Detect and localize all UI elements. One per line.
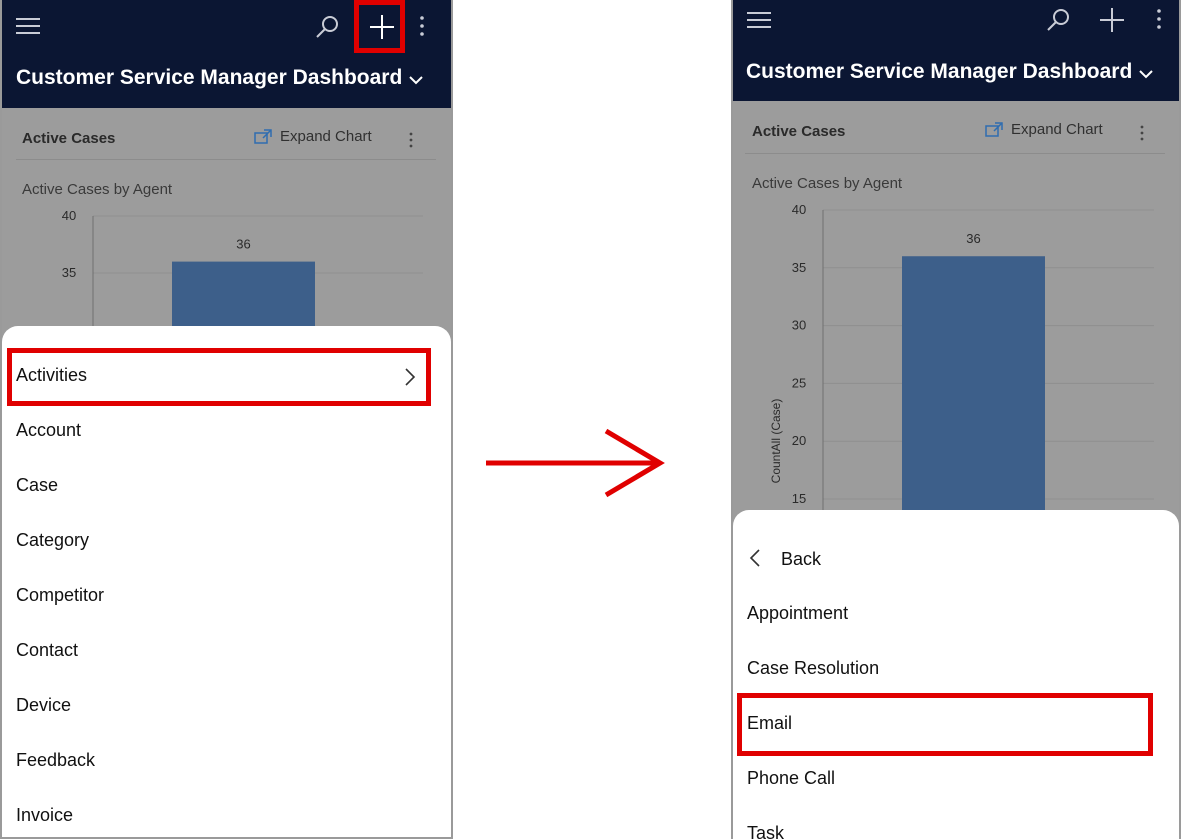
y-tick-label: 40: [792, 202, 806, 217]
active-cases-chart: 35 40 36: [62, 208, 423, 348]
search-icon[interactable]: [1043, 5, 1073, 35]
chevron-down-icon[interactable]: [1137, 68, 1155, 80]
y-tick-label: 20: [792, 433, 806, 448]
plus-icon[interactable]: [1097, 5, 1127, 35]
app-header: Customer Service Manager Dashboard: [733, 0, 1179, 101]
left-screen: Customer Service Manager Dashboard Activ…: [0, 0, 453, 839]
arrow-right-icon: [486, 428, 665, 498]
y-tick-label: 15: [792, 491, 806, 506]
bar-data-label: 36: [236, 237, 250, 252]
activities-submenu: Back Appointment Case Resolution Email Phone…: [733, 510, 1179, 839]
highlight-email-item: [737, 693, 1153, 756]
menu-item-appointment[interactable]: Appointment: [747, 603, 848, 624]
back-button[interactable]: Back: [749, 548, 821, 570]
chevron-down-icon[interactable]: [407, 74, 425, 86]
menu-item-phone-call[interactable]: Phone Call: [747, 768, 835, 789]
menu-item-task[interactable]: Task: [747, 823, 784, 839]
dashboard-title[interactable]: Customer Service Manager Dashboard: [746, 60, 1132, 84]
menu-item-competitor[interactable]: Competitor: [16, 585, 104, 606]
menu-item-feedback[interactable]: Feedback: [16, 750, 95, 771]
menu-item-category[interactable]: Category: [16, 530, 89, 551]
y-tick-label: 30: [792, 318, 806, 333]
y-axis-label: CountAll (Case): [769, 399, 783, 484]
menu-item-contact[interactable]: Contact: [16, 640, 78, 661]
menu-item-case[interactable]: Case: [16, 475, 58, 496]
more-vertical-icon[interactable]: [416, 12, 428, 42]
highlight-plus-button: [354, 0, 405, 53]
bar[interactable]: [902, 256, 1045, 521]
back-label: Back: [781, 549, 822, 569]
bar-data-label: 36: [966, 231, 980, 246]
active-cases-chart: 40 35 30 25 20 15 36 CountAll (Case): [769, 202, 1154, 521]
menu-item-account[interactable]: Account: [16, 420, 81, 441]
dashboard-title[interactable]: Customer Service Manager Dashboard: [16, 66, 402, 90]
y-tick-label: 25: [792, 375, 806, 390]
y-tick-label: 40: [62, 208, 76, 223]
y-tick-label: 35: [62, 265, 76, 280]
chevron-left-icon: [749, 548, 761, 568]
highlight-activities-item: [7, 348, 431, 406]
menu-item-case-resolution[interactable]: Case Resolution: [747, 658, 879, 679]
hamburger-icon[interactable]: [16, 18, 40, 34]
y-tick-label: 35: [792, 260, 806, 275]
hamburger-icon[interactable]: [747, 12, 771, 28]
search-icon[interactable]: [312, 12, 342, 42]
menu-item-invoice[interactable]: Invoice: [16, 805, 73, 826]
menu-item-device[interactable]: Device: [16, 695, 71, 716]
more-vertical-icon[interactable]: [1153, 5, 1165, 35]
